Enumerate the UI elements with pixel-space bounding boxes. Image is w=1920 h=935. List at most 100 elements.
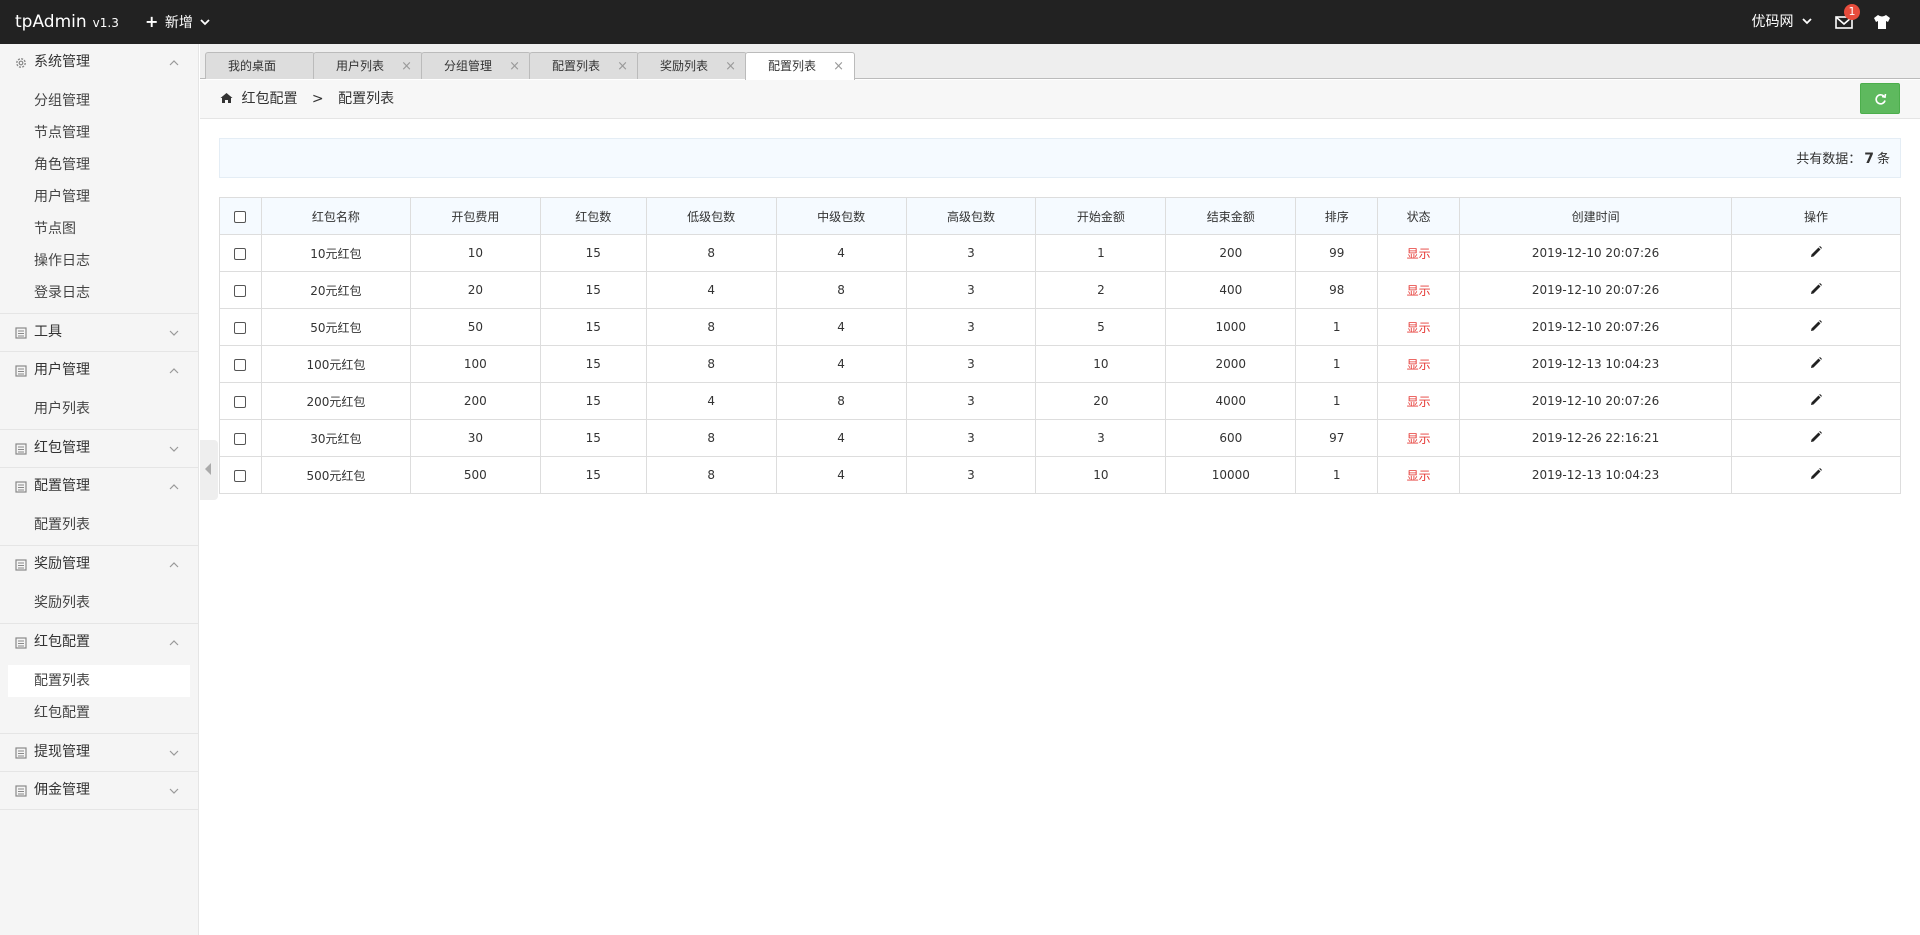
close-icon[interactable]: × bbox=[833, 53, 844, 80]
table-cell: 10 bbox=[1035, 456, 1167, 494]
tab-label: 我的桌面 bbox=[228, 59, 277, 73]
sidebar-item[interactable]: 角色管理 bbox=[0, 149, 198, 181]
breadcrumb-parent[interactable]: 红包配置 bbox=[241, 91, 297, 107]
table-cell: 2019-12-10 20:07:26 bbox=[1459, 382, 1732, 420]
row-checkbox[interactable] bbox=[234, 395, 247, 408]
skin-theme-icon[interactable] bbox=[1872, 13, 1892, 31]
sidebar-item[interactable]: 配置列表 bbox=[8, 665, 190, 697]
table-cell: 2000 bbox=[1165, 345, 1297, 383]
row-checkbox[interactable] bbox=[234, 321, 247, 334]
row-checkbox[interactable] bbox=[234, 247, 247, 260]
table-cell: 400 bbox=[1165, 271, 1297, 309]
close-icon[interactable]: × bbox=[617, 53, 628, 80]
sidebar-group-title[interactable]: 提现管理 bbox=[0, 734, 198, 771]
row-checkbox[interactable] bbox=[234, 432, 247, 445]
sidebar-collapse-handle[interactable] bbox=[200, 440, 218, 500]
table-cell: 1000 bbox=[1165, 308, 1297, 346]
sidebar-group-title[interactable]: 工具 bbox=[0, 314, 198, 351]
table-row: 500元红包 500 15 8 4 3 10 10000 1 显示 2019-12-13 10:04… bbox=[219, 456, 1901, 494]
close-icon[interactable]: × bbox=[401, 53, 412, 80]
sidebar-item[interactable]: 登录日志 bbox=[0, 277, 198, 309]
sidebar-item[interactable]: 奖励列表 bbox=[0, 587, 198, 619]
menu-group-icon bbox=[15, 559, 27, 571]
row-checkbox[interactable] bbox=[234, 469, 247, 482]
row-select-cell bbox=[219, 308, 262, 346]
sidebar-group-title[interactable]: 佣金管理 bbox=[0, 772, 198, 809]
table-cell: 200 bbox=[409, 382, 541, 420]
sidebar-item[interactable]: 分组管理 bbox=[0, 85, 198, 117]
sidebar-group-title[interactable]: 系统管理 bbox=[0, 44, 198, 81]
sidebar-item[interactable]: 节点图 bbox=[0, 213, 198, 245]
sidebar-item[interactable]: 节点管理 bbox=[0, 117, 198, 149]
sidebar-group: 红包管理 bbox=[0, 430, 198, 468]
table-cell: 10元红包 bbox=[260, 234, 411, 272]
table-row: 20元红包 20 15 4 8 3 2 400 98 显示 2019-12-10 20:07:26 bbox=[219, 271, 1901, 309]
edit-icon[interactable] bbox=[1809, 319, 1823, 333]
tab[interactable]: 用户列表 × bbox=[313, 52, 423, 79]
table-cell: 100元红包 bbox=[260, 345, 411, 383]
edit-icon[interactable] bbox=[1809, 467, 1823, 481]
tab-label: 分组管理 bbox=[444, 59, 493, 73]
sidebar-item[interactable]: 用户管理 bbox=[0, 181, 198, 213]
table-cell: 600 bbox=[1165, 419, 1297, 457]
sidebar-group-label: 奖励管理 bbox=[34, 556, 90, 572]
home-icon[interactable] bbox=[220, 92, 233, 104]
row-checkbox[interactable] bbox=[234, 358, 247, 371]
sidebar-group-title[interactable]: 配置管理 bbox=[0, 468, 198, 505]
edit-icon[interactable] bbox=[1809, 430, 1823, 444]
sidebar-group-title[interactable]: 用户管理 bbox=[0, 352, 198, 389]
table-cell: 15 bbox=[539, 382, 647, 420]
table-header-cell: 高级包数 bbox=[905, 197, 1037, 235]
sidebar-item[interactable]: 配置列表 bbox=[0, 509, 198, 541]
table-header-cell: 红包数 bbox=[539, 197, 647, 235]
sidebar-group-label: 提现管理 bbox=[34, 744, 90, 760]
sidebar-group: 用户管理 用户列表 bbox=[0, 352, 198, 430]
table-cell: 3 bbox=[905, 456, 1037, 494]
brand-version: v1.3 bbox=[92, 16, 119, 30]
edit-icon[interactable] bbox=[1809, 282, 1823, 296]
table-cell: 4 bbox=[645, 271, 777, 309]
new-menu-button[interactable]: + 新增 bbox=[145, 0, 210, 44]
data-count-bar: 共有数据： 7 条 bbox=[219, 138, 1901, 178]
sidebar-item[interactable]: 用户列表 bbox=[0, 393, 198, 425]
sidebar-item-label: 节点管理 bbox=[34, 125, 90, 141]
refresh-icon bbox=[1875, 93, 1887, 105]
table-cell: 30 bbox=[409, 419, 541, 457]
edit-icon[interactable] bbox=[1809, 245, 1823, 259]
actions-cell bbox=[1731, 456, 1901, 494]
table-cell: 15 bbox=[539, 456, 647, 494]
tab[interactable]: 配置列表 × bbox=[529, 52, 639, 79]
table-header-cell: 中级包数 bbox=[775, 197, 907, 235]
tab[interactable]: 我的桌面 bbox=[205, 52, 315, 79]
tab[interactable]: 分组管理 × bbox=[421, 52, 531, 79]
sidebar-group: 配置管理 配置列表 bbox=[0, 468, 198, 546]
chevron-down-icon bbox=[1802, 18, 1812, 25]
chevron-down-icon bbox=[169, 750, 179, 756]
menu-group-icon bbox=[15, 365, 27, 377]
close-icon[interactable]: × bbox=[725, 53, 736, 80]
chevron-up-icon bbox=[169, 60, 179, 66]
sidebar-group-title[interactable]: 红包管理 bbox=[0, 430, 198, 467]
sidebar-group-title[interactable]: 红包配置 bbox=[0, 624, 198, 661]
refresh-button[interactable] bbox=[1860, 83, 1900, 114]
tab[interactable]: 奖励列表 × bbox=[637, 52, 747, 79]
close-icon[interactable]: × bbox=[509, 53, 520, 80]
select-all-checkbox[interactable] bbox=[234, 210, 247, 223]
site-dropdown[interactable]: 优码网 bbox=[1752, 0, 1812, 44]
table-row: 30元红包 30 15 8 4 3 3 600 97 显示 2019-12-26 22:16:21 bbox=[219, 419, 1901, 457]
edit-icon[interactable] bbox=[1809, 356, 1823, 370]
config-table: 红包名称 开包费用 红包数 低级包数 中级包数 高级包数 开始金额 结束金额 排序 状态 创建时间操… bbox=[219, 197, 1901, 494]
sidebar-group-title[interactable]: 奖励管理 bbox=[0, 546, 198, 583]
edit-icon[interactable] bbox=[1809, 393, 1823, 407]
sidebar-group: 工具 bbox=[0, 314, 198, 352]
table-row: 100元红包 100 15 8 4 3 10 2000 1 显示 2019-12-13 10:04:… bbox=[219, 345, 1901, 383]
sidebar-item[interactable]: 操作日志 bbox=[0, 245, 198, 277]
tab-label: 用户列表 bbox=[336, 59, 385, 73]
brand-logo[interactable]: tpAdmin v1.3 bbox=[15, 0, 119, 44]
row-checkbox[interactable] bbox=[234, 284, 247, 297]
sidebar-item[interactable]: 红包配置 bbox=[0, 697, 198, 729]
table-row: 50元红包 50 15 8 4 3 5 1000 1 显示 2019-12-10 20:07:26 bbox=[219, 308, 1901, 346]
tab[interactable]: 配置列表 × bbox=[745, 52, 855, 80]
table-cell: 5 bbox=[1035, 308, 1167, 346]
status-cell: 显示 bbox=[1377, 345, 1461, 383]
